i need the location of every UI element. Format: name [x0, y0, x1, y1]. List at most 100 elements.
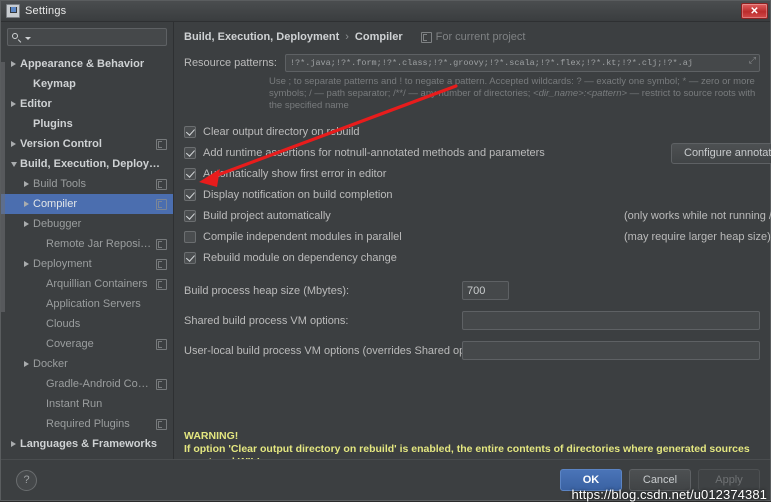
- sidebar-item-required-plugins[interactable]: Required Plugins: [1, 414, 173, 434]
- sidebar-item-instant-run[interactable]: Instant Run: [1, 394, 173, 414]
- checkbox-row[interactable]: Compile independent modules in parallel (…: [184, 228, 771, 246]
- resource-patterns-label: Resource patterns:: [184, 57, 277, 69]
- project-scope-icon: [156, 378, 167, 390]
- sidebar-item-deployment[interactable]: Deployment: [1, 254, 173, 274]
- sidebar-item-gradle-android-compiler[interactable]: Gradle-Android Compiler: [1, 374, 173, 394]
- checkbox-row[interactable]: Automatically show first error in editor: [184, 165, 760, 183]
- sidebar-item-label: Gradle-Android Compiler: [46, 378, 152, 390]
- sidebar-item-compiler[interactable]: Compiler: [1, 194, 173, 214]
- checkbox-label: Compile independent modules in parallel: [203, 231, 402, 243]
- sidebar-item-keymap[interactable]: Keymap: [1, 74, 173, 94]
- sidebar-item-application-servers[interactable]: Application Servers: [1, 294, 173, 314]
- breadcrumb-parent[interactable]: Build, Execution, Deployment: [184, 31, 339, 43]
- chevron-right-icon[interactable]: [20, 221, 33, 227]
- warning-title: WARNING!: [184, 430, 239, 442]
- chevron-right-icon[interactable]: [20, 361, 33, 367]
- settings-tree: Appearance & Behavior Keymap Editor Plugins…: [1, 51, 173, 459]
- sidebar-item-label: Clouds: [46, 318, 81, 330]
- checkbox-label: Rebuild module on dependency change: [203, 252, 397, 264]
- checkbox-row[interactable]: Add runtime assertions for notnull-annot…: [184, 142, 771, 164]
- checkbox-row[interactable]: Build project automatically (only works w…: [184, 207, 771, 225]
- chevron-right-icon[interactable]: [7, 101, 20, 107]
- field-row: User-local build process VM options (ove…: [184, 341, 760, 360]
- checkbox-row[interactable]: Rebuild module on dependency change: [184, 249, 760, 267]
- shared-vm-options-input[interactable]: [462, 311, 760, 330]
- chevron-right-icon[interactable]: [7, 441, 20, 447]
- sidebar-item-editor[interactable]: Editor: [1, 94, 173, 114]
- build-process-fields-group: Build process heap size (Mbytes): 700 Shar…: [184, 281, 760, 360]
- sidebar-item-label: Arquillian Containers: [46, 278, 148, 290]
- watermark-text: https://blog.csdn.net/u012374381: [571, 487, 767, 502]
- breadcrumb-current: Compiler: [354, 31, 403, 43]
- sidebar-item-label: Application Servers: [46, 298, 141, 310]
- close-icon[interactable]: ✕: [741, 3, 768, 19]
- checkbox-compile-independent-modules-in-parallel[interactable]: [184, 231, 196, 243]
- checkbox-row[interactable]: Display notification on build completion: [184, 186, 760, 204]
- search-box[interactable]: [7, 28, 167, 46]
- sidebar-item-label: Version Control: [20, 138, 102, 150]
- checkbox-label: Automatically show first error in editor: [203, 168, 387, 180]
- sidebar-item-label: Coverage: [46, 338, 94, 350]
- resource-patterns-input[interactable]: !?*.java;!?*.form;!?*.class;!?*.groovy;!…: [284, 54, 760, 72]
- sidebar-item-clouds[interactable]: Clouds: [1, 314, 173, 334]
- dialog-footer: ? OK Cancel Apply https://blog.csdn.net/…: [1, 459, 770, 502]
- sidebar-item-label: Build Tools: [33, 178, 86, 190]
- checkbox-label: Build project automatically: [203, 210, 331, 222]
- resource-patterns-hint: Use ; to separate patterns and ! to nega…: [269, 76, 760, 112]
- sidebar-item-label: Build, Execution, Deployment: [20, 158, 167, 170]
- sidebar-item-arquillian-containers[interactable]: Arquillian Containers: [1, 274, 173, 294]
- search-input[interactable]: [31, 31, 162, 43]
- for-current-project-text: For current project: [435, 31, 526, 43]
- sidebar-item-label: Deployment: [33, 258, 92, 270]
- project-scope-icon: [420, 31, 432, 43]
- hint-line-2a: path separator; /**/ — any number of dir…: [326, 88, 534, 99]
- hint-line-2b: <dir_name>:<pattern>: [533, 88, 628, 99]
- sidebar-item-label: Docker: [33, 358, 68, 370]
- sidebar-item-languages-frameworks[interactable]: Languages & Frameworks: [1, 434, 173, 454]
- sidebar-item-debugger[interactable]: Debugger: [1, 214, 173, 234]
- checkbox-automatically-show-first-error-in-editor[interactable]: [184, 168, 196, 180]
- chevron-right-icon[interactable]: [20, 201, 33, 207]
- sidebar-item-label: Plugins: [33, 118, 73, 130]
- checkbox-rebuild-module-on-dependency-change[interactable]: [184, 252, 196, 264]
- settings-sidebar: Appearance & Behavior Keymap Editor Plugins…: [1, 22, 174, 459]
- checkbox-row[interactable]: Clear output directory on rebuild: [184, 123, 760, 141]
- sidebar-item-label: Keymap: [33, 78, 76, 90]
- compiler-options-group: Clear output directory on rebuild Add run…: [184, 123, 771, 267]
- sidebar-item-label: Editor: [20, 98, 52, 110]
- sidebar-item-docker[interactable]: Docker: [1, 354, 173, 374]
- checkbox-add-runtime-assertions-for-notnull-annotated-methods-and-parameters[interactable]: [184, 147, 196, 159]
- chevron-down-icon[interactable]: [7, 161, 20, 167]
- project-scope-icon: [156, 418, 167, 430]
- sidebar-item-label: Compiler: [33, 198, 78, 210]
- field-row: Build process heap size (Mbytes): 700: [184, 281, 760, 300]
- checkbox-build-project-automatically[interactable]: [184, 210, 196, 222]
- chevron-right-icon[interactable]: [7, 61, 20, 67]
- field-row: Shared build process VM options:: [184, 311, 760, 330]
- chevron-right-icon[interactable]: [20, 181, 33, 187]
- chevron-right-icon[interactable]: [20, 261, 33, 267]
- sidebar-item-coverage[interactable]: Coverage: [1, 334, 173, 354]
- checkbox-label: Clear output directory on rebuild: [203, 126, 360, 138]
- sidebar-item-appearance-behavior[interactable]: Appearance & Behavior: [1, 54, 173, 74]
- sidebar-item-label: Remote Jar Repositories: [46, 238, 152, 250]
- checkbox-display-notification-on-build-completion[interactable]: [184, 189, 196, 201]
- help-button[interactable]: ?: [16, 469, 37, 491]
- settings-window-icon: [6, 4, 20, 18]
- project-scope-icon: [156, 238, 167, 250]
- user-local-vm-options-input[interactable]: [462, 341, 760, 360]
- sidebar-item-remote-jar-repositories[interactable]: Remote Jar Repositories: [1, 234, 173, 254]
- chevron-right-icon[interactable]: [7, 141, 20, 147]
- field-label: Shared build process VM options:: [184, 314, 349, 327]
- sidebar-item-version-control[interactable]: Version Control: [1, 134, 173, 154]
- sidebar-scrollbar[interactable]: [1, 62, 5, 312]
- build-process-heap-size-input[interactable]: 700: [462, 281, 509, 300]
- checkbox-label: Add runtime assertions for notnull-annot…: [203, 147, 545, 159]
- sidebar-item-plugins[interactable]: Plugins: [1, 114, 173, 134]
- sidebar-item-build-execution-deployment[interactable]: Build, Execution, Deployment: [1, 154, 173, 174]
- sidebar-item-build-tools[interactable]: Build Tools: [1, 174, 173, 194]
- checkbox-clear-output-directory-on-rebuild[interactable]: [184, 126, 196, 138]
- sidebar-item-label: Debugger: [33, 218, 82, 230]
- sidebar-item-label: Languages & Frameworks: [20, 438, 157, 450]
- configure-annotations-button[interactable]: Configure annotations...: [671, 142, 771, 164]
